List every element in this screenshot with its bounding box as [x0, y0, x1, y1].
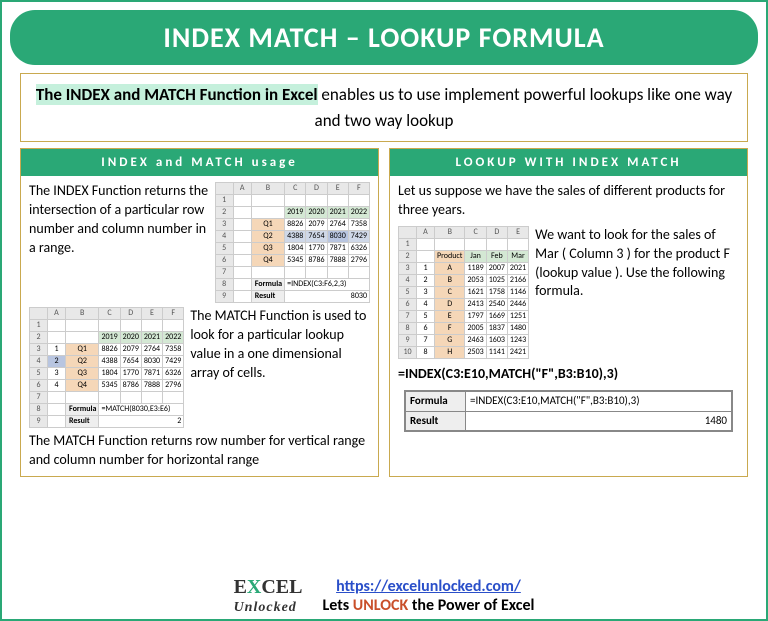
left-column: INDEX and MATCH usage The INDEX Function… — [20, 148, 379, 477]
result-formula-label: Formula — [406, 391, 466, 411]
right-intro: Let us suppose we have the sales of diff… — [398, 182, 739, 220]
title-bar: INDEX MATCH – LOOKUP FORMULA — [10, 10, 758, 65]
left-header: INDEX and MATCH usage — [21, 149, 378, 176]
right-body: Let us suppose we have the sales of diff… — [390, 176, 747, 442]
footer-text: https://excelunlocked.com/ Lets UNLOCK t… — [322, 577, 534, 615]
formula-line: =INDEX(C3:E10,MATCH("F",B3:B10),3) — [398, 365, 739, 384]
subtitle-highlight: The INDEX and MATCH Function in Excel — [36, 84, 318, 105]
index-text: The INDEX Function returns the intersect… — [29, 182, 209, 258]
right-column: LOOKUP WITH INDEX MATCH Let us suppose w… — [389, 148, 748, 477]
right-header: LOOKUP WITH INDEX MATCH — [390, 149, 747, 176]
columns: INDEX and MATCH usage The INDEX Function… — [20, 148, 748, 477]
subtitle-box: The INDEX and MATCH Function in Excel en… — [20, 73, 748, 142]
result-result-label: Result — [406, 411, 466, 431]
page-title: INDEX MATCH – LOOKUP FORMULA — [30, 20, 738, 55]
match-sheet: ABCDEF 1 22019202020212022 31Q1882620792… — [29, 307, 184, 428]
result-value: 1480 — [466, 411, 732, 431]
result-box: Formula=INDEX(C3:E10,MATCH("F",B3:B10),3… — [404, 390, 733, 433]
left-body: The INDEX Function returns the intersect… — [21, 176, 378, 476]
subtitle-text: The INDEX and MATCH Function in Excel en… — [33, 82, 735, 133]
subtitle-rest: enables us to use implement powerful loo… — [315, 84, 733, 131]
result-formula-value: =INDEX(C3:E10,MATCH("F",B3:B10),3) — [466, 391, 732, 411]
right-goal: We want to look for the sales of Mar ( C… — [535, 226, 739, 302]
lookup-sheet: ABCDE 1 2ProductJanFebMar 31A11892007202… — [398, 226, 529, 359]
footer: EXCELUnlocked https://excelunlocked.com/… — [2, 577, 766, 615]
match-note: The MATCH Function returns row number fo… — [29, 432, 370, 470]
footer-link[interactable]: https://excelunlocked.com/ — [336, 577, 521, 596]
logo: EXCELUnlocked — [234, 578, 303, 615]
match-text: The MATCH Function is used to look for a… — [190, 307, 370, 383]
index-sheet: ABCDEF 1 22019202020212022 3Q18826207927… — [215, 182, 370, 303]
footer-tagline: Lets UNLOCK the Power of Excel — [322, 596, 534, 615]
